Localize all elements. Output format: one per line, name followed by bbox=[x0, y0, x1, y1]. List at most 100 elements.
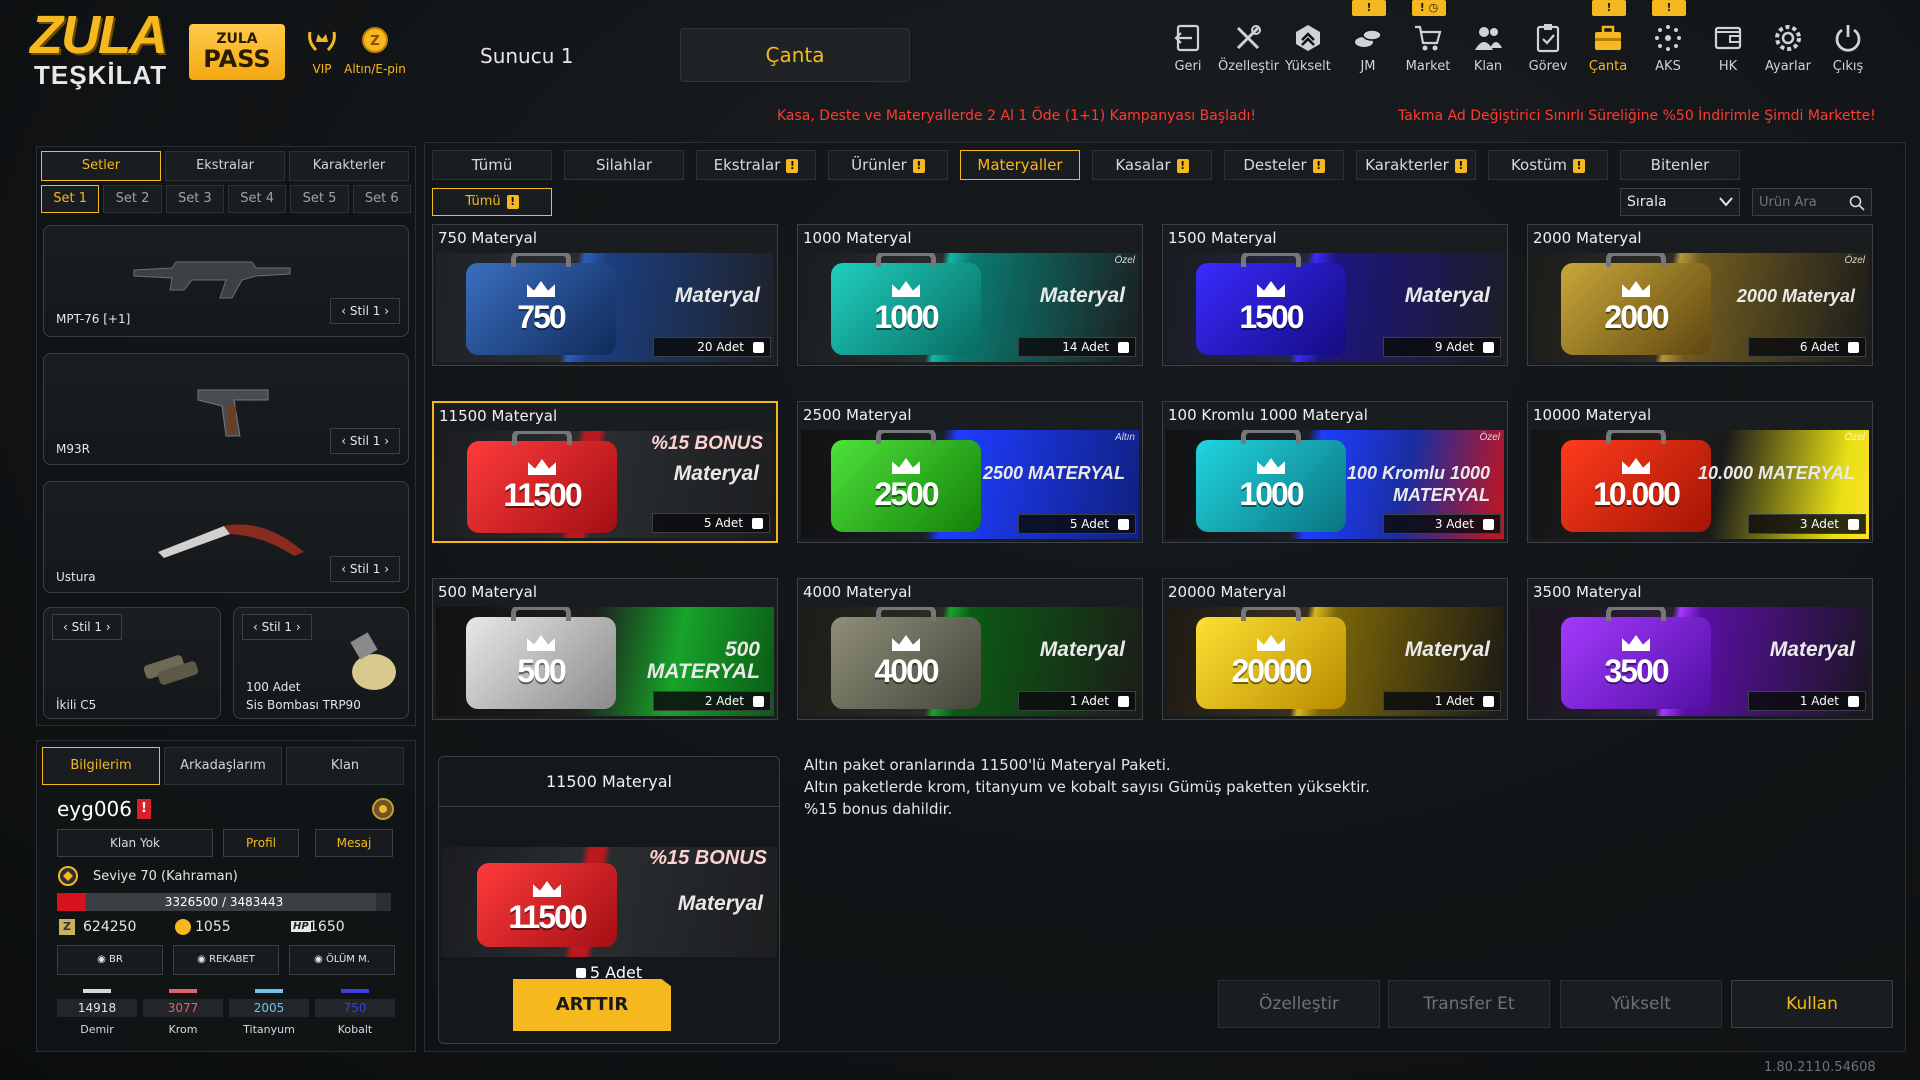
zula-points-icon: Z bbox=[59, 919, 75, 935]
category-tab[interactable]: Silahlar bbox=[564, 150, 684, 180]
clan-button[interactable]: Klan Yok bbox=[57, 829, 213, 857]
category-tab[interactable]: Karakterler! bbox=[1356, 150, 1476, 180]
nav-upgrade[interactable]: Yükselt bbox=[1278, 22, 1338, 86]
weapon-slot-primary[interactable]: MPT-76 [+1] ‹ Stil 1 › bbox=[43, 225, 409, 337]
search-input[interactable] bbox=[1753, 189, 1849, 215]
mode-br-button[interactable]: ◉ BR bbox=[57, 945, 163, 975]
subfilter-tumu[interactable]: Tümü! bbox=[432, 188, 552, 216]
tab-karakterler[interactable]: Karakterler bbox=[289, 151, 409, 181]
item-card[interactable]: 10000 Materyal 10.000 Özel 10.000 MATERY… bbox=[1527, 401, 1873, 543]
nav-gear[interactable]: Ayarlar bbox=[1758, 22, 1818, 86]
item-title: 4000 Materyal bbox=[803, 583, 912, 601]
use-button[interactable]: Kullan bbox=[1731, 980, 1893, 1028]
item-count: 3 Adet bbox=[1748, 514, 1866, 534]
smoke-grenade-icon bbox=[350, 632, 396, 690]
item-card[interactable]: 1500 Materyal 1500 Materyal 9 Adet bbox=[1162, 224, 1508, 366]
item-card[interactable]: 11500 Materyal 11500 %15 BONUS Materyal … bbox=[432, 401, 778, 543]
nav-back[interactable]: Geri bbox=[1158, 22, 1218, 86]
sort-dropdown[interactable]: Sırala bbox=[1620, 188, 1740, 216]
item-tag: Özel bbox=[1844, 255, 1865, 266]
category-tab[interactable]: Desteler! bbox=[1224, 150, 1344, 180]
nav-clipboard[interactable]: Görev bbox=[1518, 22, 1578, 86]
set-tab-2[interactable]: Set 2 bbox=[103, 185, 162, 213]
nav-cart[interactable]: ! ◷ Market bbox=[1398, 0, 1458, 86]
set-tab-1[interactable]: Set 1 bbox=[41, 185, 100, 213]
set-tab-4[interactable]: Set 4 bbox=[227, 185, 287, 213]
tab-ekstralar[interactable]: Ekstralar bbox=[165, 151, 285, 181]
style-selector[interactable]: ‹ Stil 1 › bbox=[242, 614, 312, 640]
customize-button[interactable]: Özelleştir bbox=[1218, 980, 1380, 1028]
material-color-bar bbox=[83, 989, 111, 993]
bonus-label: %15 BONUS bbox=[651, 433, 763, 454]
style-label: Stil 1 bbox=[261, 620, 293, 634]
nav-tools[interactable]: Özelleştir bbox=[1218, 22, 1279, 86]
category-tab[interactable]: Kostüm! bbox=[1488, 150, 1608, 180]
profile-button[interactable]: Profil bbox=[223, 829, 299, 857]
box-icon bbox=[1118, 519, 1129, 530]
gold-epin-button[interactable]: Z Altın/E-pin bbox=[340, 26, 410, 76]
category-tab[interactable]: Materyaller bbox=[960, 150, 1080, 180]
description-line: Altın paketlerde krom, titanyum ve kobal… bbox=[804, 778, 1370, 796]
nav-bag[interactable]: ! Çanta bbox=[1578, 0, 1638, 86]
tab-klan[interactable]: Klan bbox=[286, 747, 404, 785]
style-label: Stil 1 bbox=[349, 304, 381, 318]
weapon-slot-secondary[interactable]: M93R ‹ Stil 1 › bbox=[43, 353, 409, 465]
set-tab-6[interactable]: Set 6 bbox=[352, 185, 411, 213]
equipment-slot-1[interactable]: ‹ Stil 1 › İkili C5 bbox=[43, 607, 221, 719]
mode-olum-button[interactable]: ◉ ÖLÜM M. bbox=[289, 945, 395, 975]
case-number: 20000 bbox=[1231, 653, 1313, 689]
message-button[interactable]: Mesaj bbox=[315, 829, 393, 857]
item-card[interactable]: 750 Materyal 750 Materyal 20 Adet bbox=[432, 224, 778, 366]
nav-coins[interactable]: ! JM bbox=[1338, 0, 1398, 86]
nav-wallet[interactable]: HK bbox=[1698, 22, 1758, 86]
case-icon: 20000 bbox=[1196, 607, 1346, 709]
nav-aks[interactable]: ! AKS bbox=[1638, 0, 1698, 86]
mode-label: ÖLÜM M. bbox=[326, 954, 370, 965]
nav-clan[interactable]: Klan bbox=[1458, 22, 1518, 86]
increase-button[interactable]: ARTTIR bbox=[513, 979, 671, 1031]
item-card[interactable]: 4000 Materyal 4000 Materyal 1 Adet bbox=[797, 578, 1143, 720]
item-card[interactable]: 20000 Materyal 20000 Materyal 1 Adet bbox=[1162, 578, 1508, 720]
tab-arkadaslarim[interactable]: Arkadaşlarım bbox=[164, 747, 282, 785]
crown-icon bbox=[527, 635, 555, 651]
category-tab[interactable]: Ekstralar! bbox=[696, 150, 816, 180]
item-card[interactable]: 500 Materyal 500 500 MATERYAL 2 Adet bbox=[432, 578, 778, 720]
category-tab[interactable]: Bitenler bbox=[1620, 150, 1740, 180]
clan-icon bbox=[1475, 27, 1502, 50]
item-card[interactable]: 2000 Materyal 2000 Özel 2000 Materyal 6 … bbox=[1527, 224, 1873, 366]
style-selector[interactable]: ‹ Stil 1 › bbox=[52, 614, 122, 640]
item-title: 750 Materyal bbox=[438, 229, 538, 247]
tab-setler[interactable]: Setler bbox=[41, 151, 161, 181]
promo-campaign-left: Kasa, Deste ve Materyallerde 2 Al 1 Öde … bbox=[777, 108, 1256, 124]
tab-bilgilerim[interactable]: Bilgilerim bbox=[42, 747, 160, 785]
style-selector[interactable]: ‹ Stil 1 › bbox=[330, 428, 400, 454]
set-tab-3[interactable]: Set 3 bbox=[165, 185, 224, 213]
item-count: 1 Adet bbox=[1383, 691, 1501, 711]
case-number: 11500 bbox=[508, 899, 587, 935]
weapon-slot-melee[interactable]: Ustura ‹ Stil 1 › bbox=[43, 481, 409, 593]
zula-pass-button[interactable]: ZULA PASS bbox=[189, 24, 285, 80]
upgrade-button[interactable]: Yükselt bbox=[1560, 980, 1722, 1028]
item-card[interactable]: 3500 Materyal 3500 Materyal 1 Adet bbox=[1527, 578, 1873, 720]
search-icon[interactable] bbox=[1849, 195, 1865, 211]
nav-power[interactable]: Çıkış bbox=[1818, 22, 1878, 86]
vip-button[interactable]: VIP bbox=[306, 26, 338, 76]
style-selector[interactable]: ‹ Stil 1 › bbox=[330, 298, 400, 324]
coins-icon bbox=[1355, 29, 1382, 47]
style-selector[interactable]: ‹ Stil 1 › bbox=[330, 556, 400, 582]
set-tab-5[interactable]: Set 5 bbox=[290, 185, 349, 213]
item-card[interactable]: 1000 Materyal 1000 Özel Materyal 14 Adet bbox=[797, 224, 1143, 366]
category-tab[interactable]: Tümü bbox=[432, 150, 552, 180]
transfer-button[interactable]: Transfer Et bbox=[1388, 980, 1550, 1028]
equipment-slot-2[interactable]: ‹ Stil 1 › 100 Adet Sis Bombası TRP90 bbox=[233, 607, 409, 719]
detail-image: 11500 %15 BONUS Materyal bbox=[441, 847, 777, 957]
alert-icon: ! bbox=[506, 194, 519, 209]
category-tab[interactable]: Ürünler! bbox=[828, 150, 948, 180]
category-tab[interactable]: Kasalar! bbox=[1092, 150, 1212, 180]
mode-rekabet-button[interactable]: ◉ REKABET bbox=[173, 945, 279, 975]
art-label: 500 MATERYAL bbox=[646, 638, 760, 683]
item-card[interactable]: 100 Kromlu 1000 Materyal 1000 Özel 100 K… bbox=[1162, 401, 1508, 543]
bag-icon bbox=[1595, 25, 1621, 50]
item-card[interactable]: 2500 Materyal 2500 Altın 2500 MATERYAL 5… bbox=[797, 401, 1143, 543]
item-title: 20000 Materyal bbox=[1168, 583, 1287, 601]
